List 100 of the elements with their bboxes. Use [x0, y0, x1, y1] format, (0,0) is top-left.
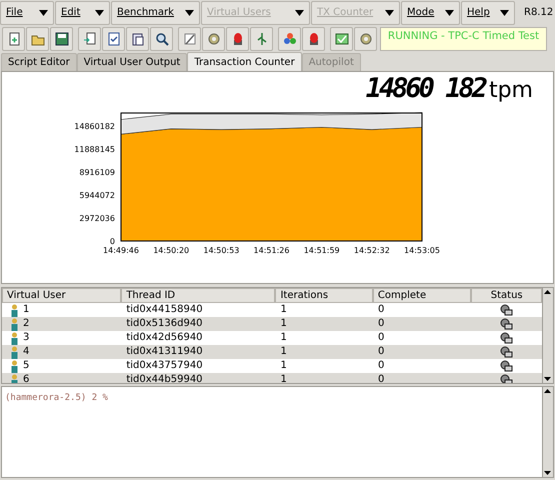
table-cell: 5: [23, 359, 30, 373]
status-gear-icon: [500, 332, 514, 344]
caret-icon: [445, 10, 454, 16]
table-cell: 0: [378, 374, 384, 383]
status-gear-icon: [500, 304, 514, 316]
y-tick-label: 0: [110, 237, 115, 246]
table-cell: tid0x5136d940: [126, 318, 203, 329]
tab[interactable]: Script Editor: [1, 53, 77, 71]
caret-icon: [185, 10, 194, 16]
color-balls-icon: [282, 31, 298, 47]
x-tick-label: 14:52:32: [354, 246, 390, 255]
user-icon: [10, 374, 19, 383]
counter-unit: tpm: [488, 78, 533, 104]
status-message: RUNNING - TPC-C Timed Test: [380, 27, 547, 51]
user-icon: [10, 332, 19, 344]
status-gear-icon: [500, 346, 514, 358]
menu-button[interactable]: Help: [461, 0, 515, 24]
table-cell: tid0x41311940: [126, 346, 203, 357]
x-tick-label: 14:49:46: [103, 246, 139, 255]
user-icon: [10, 346, 19, 358]
table-cell: 1: [280, 360, 287, 371]
caret-icon: [39, 10, 48, 16]
toolbar-button[interactable]: [178, 27, 201, 51]
table-cell: 2: [23, 317, 30, 331]
x-tick-label: 14:53:05: [404, 246, 440, 255]
toolbar-button[interactable]: [302, 27, 325, 51]
menu-button[interactable]: Benchmark: [111, 0, 200, 24]
toolbar-button[interactable]: [2, 27, 25, 51]
caret-icon: [295, 10, 304, 16]
table-cell: 0: [378, 346, 384, 357]
document-arrow-icon: [82, 31, 98, 47]
table-row[interactable]: 4 tid0x41311940 1 0: [2, 345, 542, 359]
column-header[interactable]: Complete: [372, 288, 472, 303]
table-cell: tid0x43757940: [126, 360, 203, 371]
pencil-icon: [182, 31, 198, 47]
user-icon: [10, 304, 19, 316]
table-cell: 1: [280, 346, 287, 357]
scroll-down-icon[interactable]: [543, 375, 553, 383]
gear-icon: [358, 31, 374, 47]
column-header[interactable]: Virtual User: [2, 288, 122, 303]
table-cell: 4: [23, 345, 30, 359]
toolbar-button[interactable]: [150, 27, 173, 51]
scrollbar[interactable]: [542, 387, 553, 477]
toolbar-button[interactable]: [78, 27, 101, 51]
status-gear-icon: [500, 374, 514, 383]
version-label: R8.12: [524, 6, 554, 20]
caret-icon: [385, 10, 394, 16]
table-cell: 0: [378, 360, 384, 371]
x-tick-label: 14:51:26: [254, 246, 290, 255]
console-prompt: (hammerora-2.5) 2 %: [5, 393, 108, 403]
y-tick-label: 11888145: [74, 145, 115, 154]
checklist-icon: [106, 31, 122, 47]
tab[interactable]: Virtual User Output: [76, 53, 188, 71]
menu-button[interactable]: File: [0, 0, 54, 24]
table-cell: tid0x42d56940: [126, 332, 203, 343]
magnifier-icon: [154, 31, 170, 47]
counter-value: 14860 182: [366, 74, 485, 104]
column-header[interactable]: Thread ID: [121, 288, 276, 303]
y-tick-label: 8916109: [79, 168, 115, 177]
toolbar-button[interactable]: [330, 27, 353, 51]
toolbar-button[interactable]: [126, 27, 149, 51]
scroll-down-icon[interactable]: [543, 469, 553, 477]
table-cell: 3: [23, 331, 30, 345]
table-row[interactable]: 6 tid0x44b59940 1 0: [2, 373, 542, 383]
user-icon: [10, 360, 19, 372]
gear-icon: [206, 31, 222, 47]
scroll-up-icon[interactable]: [543, 288, 553, 296]
toolbar-button[interactable]: [50, 27, 73, 51]
menu-button[interactable]: Mode: [401, 0, 460, 24]
y-tick-label: 2972036: [79, 214, 115, 223]
table-cell: 6: [23, 373, 30, 383]
menu-button[interactable]: Edit: [55, 0, 110, 24]
table-cell: 1: [23, 303, 30, 317]
table-cell: tid0x44b59940: [126, 374, 203, 383]
column-header[interactable]: Iterations: [275, 288, 373, 303]
table-cell: 0: [378, 332, 384, 343]
toolbar-button[interactable]: [102, 27, 125, 51]
check-icon: [334, 31, 350, 47]
table-row[interactable]: 2 tid0x5136d940 1 0: [2, 317, 542, 331]
toolbar-button[interactable]: [226, 27, 249, 51]
x-tick-label: 14:50:20: [153, 246, 190, 255]
caret-icon: [95, 10, 104, 16]
user-icon: [10, 318, 19, 330]
scroll-up-icon[interactable]: [543, 387, 553, 395]
tab[interactable]: Transaction Counter: [187, 52, 302, 71]
x-tick-label: 14:51:59: [304, 246, 340, 255]
status-gear-icon: [500, 360, 514, 372]
scrollbar[interactable]: [542, 288, 553, 383]
table-cell: 1: [280, 318, 287, 329]
table-cell: 1: [280, 304, 287, 315]
clipboard-icon: [130, 31, 146, 47]
table-cell: 1: [280, 374, 287, 383]
column-header[interactable]: Status: [471, 288, 542, 303]
status-gear-icon: [500, 318, 514, 330]
table-cell: tid0x44158940: [126, 304, 203, 315]
x-tick-label: 14:50:53: [203, 246, 240, 255]
y-tick-label: 14860182: [74, 122, 115, 131]
caret-icon: [500, 10, 509, 16]
table-cell: 0: [378, 304, 384, 315]
y-tick-label: 5944072: [79, 191, 115, 200]
